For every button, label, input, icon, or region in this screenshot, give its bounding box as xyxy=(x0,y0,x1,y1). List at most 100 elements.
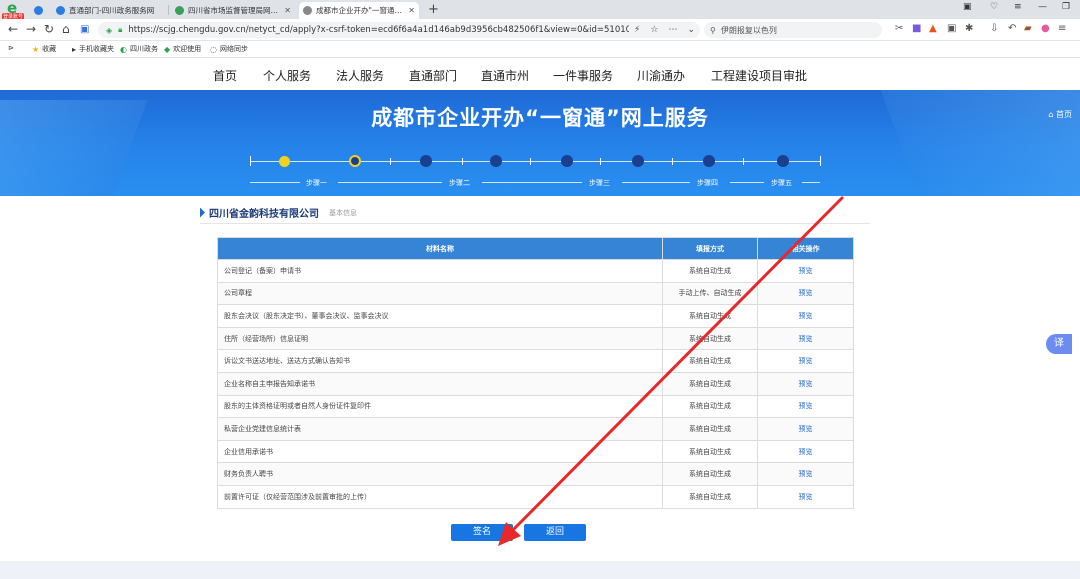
column-header-action: 相关操作 xyxy=(757,237,854,260)
nav-legal-person-service[interactable]: 法人服务 xyxy=(336,67,384,84)
action-cell: 预览 xyxy=(757,462,854,486)
wallet-icon[interactable]: ▰ xyxy=(1024,23,1032,34)
step-label-2: 步骤二 xyxy=(449,179,470,187)
menu-icon[interactable]: ≡ xyxy=(1014,2,1022,12)
tab-title: 成都市企业开办"一窗通"网上服... xyxy=(316,6,405,15)
material-name: 财务负责人聘书 xyxy=(217,462,663,486)
material-name: 公司章程 xyxy=(217,281,663,306)
search-text[interactable]: 伊朗报复以色列 xyxy=(721,25,777,36)
favorite-item[interactable]: ◆ 欢迎使用 xyxy=(164,44,201,54)
browser-tab-2[interactable]: 四川省市场监督管理局网上办... ✕ xyxy=(171,2,295,19)
fill-method: 系统自动生成 xyxy=(662,259,758,283)
nav-home[interactable]: 首页 xyxy=(213,67,237,84)
forward-icon[interactable]: → xyxy=(26,22,36,36)
preview-link[interactable]: 预览 xyxy=(799,380,813,388)
url-field[interactable]: ◈ 🔒︎ https://scjg.chengdu.gov.cn/netyct_… xyxy=(98,22,700,38)
company-header: 四川省金韵科技有限公司 基本信息 xyxy=(200,205,357,220)
action-cell: 预览 xyxy=(757,304,854,328)
nav-cities[interactable]: 直通市州 xyxy=(481,67,529,84)
search-icon: ⚲ xyxy=(710,25,716,35)
step-dot xyxy=(490,155,502,167)
back-icon[interactable]: ← xyxy=(8,22,18,36)
extension-c-icon[interactable]: ▣ xyxy=(947,23,956,34)
minimize-icon[interactable]: — xyxy=(1038,2,1047,12)
skin-icon[interactable]: ♡ xyxy=(990,2,998,12)
nav-chuanyu[interactable]: 川渝通办 xyxy=(637,67,685,84)
action-cell: 预览 xyxy=(757,259,854,283)
preview-link[interactable]: 预览 xyxy=(799,425,813,433)
step-label-3: 步骤三 xyxy=(589,179,610,187)
nav-construction-approval[interactable]: 工程建设项目审批 xyxy=(711,67,807,84)
refresh-icon[interactable]: ↻ xyxy=(44,22,54,36)
sign-button[interactable]: 签名 xyxy=(451,524,513,541)
home-link[interactable]: ⌂ 首页 xyxy=(1048,109,1072,120)
preview-link[interactable]: 预览 xyxy=(799,357,813,365)
action-cell: 预览 xyxy=(757,394,854,419)
extension-a-icon[interactable]: ■ xyxy=(912,23,921,34)
extension-icon[interactable]: ▣ xyxy=(80,24,89,35)
new-tab-icon[interactable]: + xyxy=(428,2,439,17)
shield-icon[interactable]: ◈ xyxy=(106,26,112,35)
site-nav: 首页 个人服务 法人服务 直通部门 直通市州 一件事服务 川渝通办 工程建设项目… xyxy=(0,58,1080,90)
divider xyxy=(200,223,870,224)
pinned-tab[interactable] xyxy=(30,2,46,19)
puzzle-icon[interactable]: ✱ xyxy=(965,23,973,34)
lock-icon[interactable]: 🔒︎ xyxy=(118,25,122,35)
table-row: 企业信用承诺书 系统自动生成 预览 xyxy=(217,439,854,464)
action-cell: 预览 xyxy=(757,371,854,396)
translate-float-button[interactable]: 译 xyxy=(1046,334,1072,354)
browser-tab-3[interactable]: 成都市企业开办"一窗通"网上服... ✕ xyxy=(299,2,419,19)
sidebar-icon[interactable]: ⊳ xyxy=(8,44,14,52)
undo-icon[interactable]: ↶ xyxy=(1008,23,1016,34)
scissors-icon[interactable]: ✂ xyxy=(895,23,903,34)
colorful-icon[interactable]: ● xyxy=(1041,23,1050,34)
nav-personal-service[interactable]: 个人服务 xyxy=(263,67,311,84)
favorite-item[interactable]: ◐ 四川政务 xyxy=(120,44,158,54)
search-field[interactable]: ⚲ 伊朗报复以色列 xyxy=(704,22,882,38)
back-button[interactable]: 返回 xyxy=(524,524,586,541)
preview-link[interactable]: 预览 xyxy=(799,289,813,297)
favorite-item[interactable]: ★ 收藏 xyxy=(32,44,56,54)
favorite-item[interactable]: ▸ 手机收藏夹 xyxy=(72,44,114,54)
browser-logo-icon[interactable]: e 登录账号 xyxy=(2,0,25,20)
basic-info-tab[interactable]: 基本信息 xyxy=(329,208,357,218)
section-marker-icon xyxy=(200,207,205,218)
material-name: 住所（经营场所）信息证明 xyxy=(217,326,663,351)
nav-departments[interactable]: 直通部门 xyxy=(409,67,457,84)
step-label-1: 步骤一 xyxy=(306,179,327,187)
more-icon[interactable]: ⋯ xyxy=(668,25,677,35)
material-name: 公司登记（备案）申请书 xyxy=(217,259,663,283)
sidebar-toggle-icon[interactable]: ▣ xyxy=(963,2,972,12)
tab-favicon xyxy=(56,6,65,15)
material-name: 股东的主体资格证明或者自然人身份证件复印件 xyxy=(217,394,663,419)
preview-link[interactable]: 预览 xyxy=(799,493,813,501)
extension-b-icon[interactable]: ▲ xyxy=(929,23,937,34)
browser-tab-1[interactable]: 直通部门-四川政务服务网 xyxy=(52,2,164,19)
preview-link[interactable]: 预览 xyxy=(799,312,813,320)
home-icon[interactable]: ⌂ xyxy=(62,22,70,36)
action-cell: 预览 xyxy=(757,439,854,464)
fill-method: 系统自动生成 xyxy=(662,394,758,419)
step-dot xyxy=(703,155,715,167)
favorite-item[interactable]: ◌ 网络同步 xyxy=(210,44,248,54)
preview-link[interactable]: 预览 xyxy=(799,470,813,478)
fill-method: 系统自动生成 xyxy=(662,484,758,509)
tab-close-icon[interactable]: ✕ xyxy=(408,6,415,15)
preview-link[interactable]: 预览 xyxy=(799,402,813,410)
more-menu-icon[interactable]: ≡ xyxy=(1058,23,1066,34)
action-cell: 预览 xyxy=(757,349,854,373)
tab-close-icon[interactable]: ✕ xyxy=(284,6,291,15)
lightning-icon[interactable]: ⚡︎ xyxy=(634,25,640,35)
chevron-down-icon[interactable]: ⌄ xyxy=(687,25,695,35)
url-text[interactable]: https://scjg.chengdu.gov.cn/netyct_cd/ap… xyxy=(128,25,629,35)
table-row: 股东的主体资格证明或者自然人身份证件复印件 系统自动生成 预览 xyxy=(217,394,854,419)
step-label-5: 步骤五 xyxy=(771,179,792,187)
maximize-icon[interactable]: ❐ xyxy=(1062,2,1070,12)
table-row: 诉讼文书送达地址、送达方式确认告知书 系统自动生成 预览 xyxy=(217,349,854,373)
preview-link[interactable]: 预览 xyxy=(799,448,813,456)
preview-link[interactable]: 预览 xyxy=(799,335,813,343)
preview-link[interactable]: 预览 xyxy=(799,267,813,275)
nav-one-thing-service[interactable]: 一件事服务 xyxy=(553,67,613,84)
star-icon[interactable]: ☆ xyxy=(650,25,658,35)
download-icon[interactable]: ⇩ xyxy=(990,23,998,34)
